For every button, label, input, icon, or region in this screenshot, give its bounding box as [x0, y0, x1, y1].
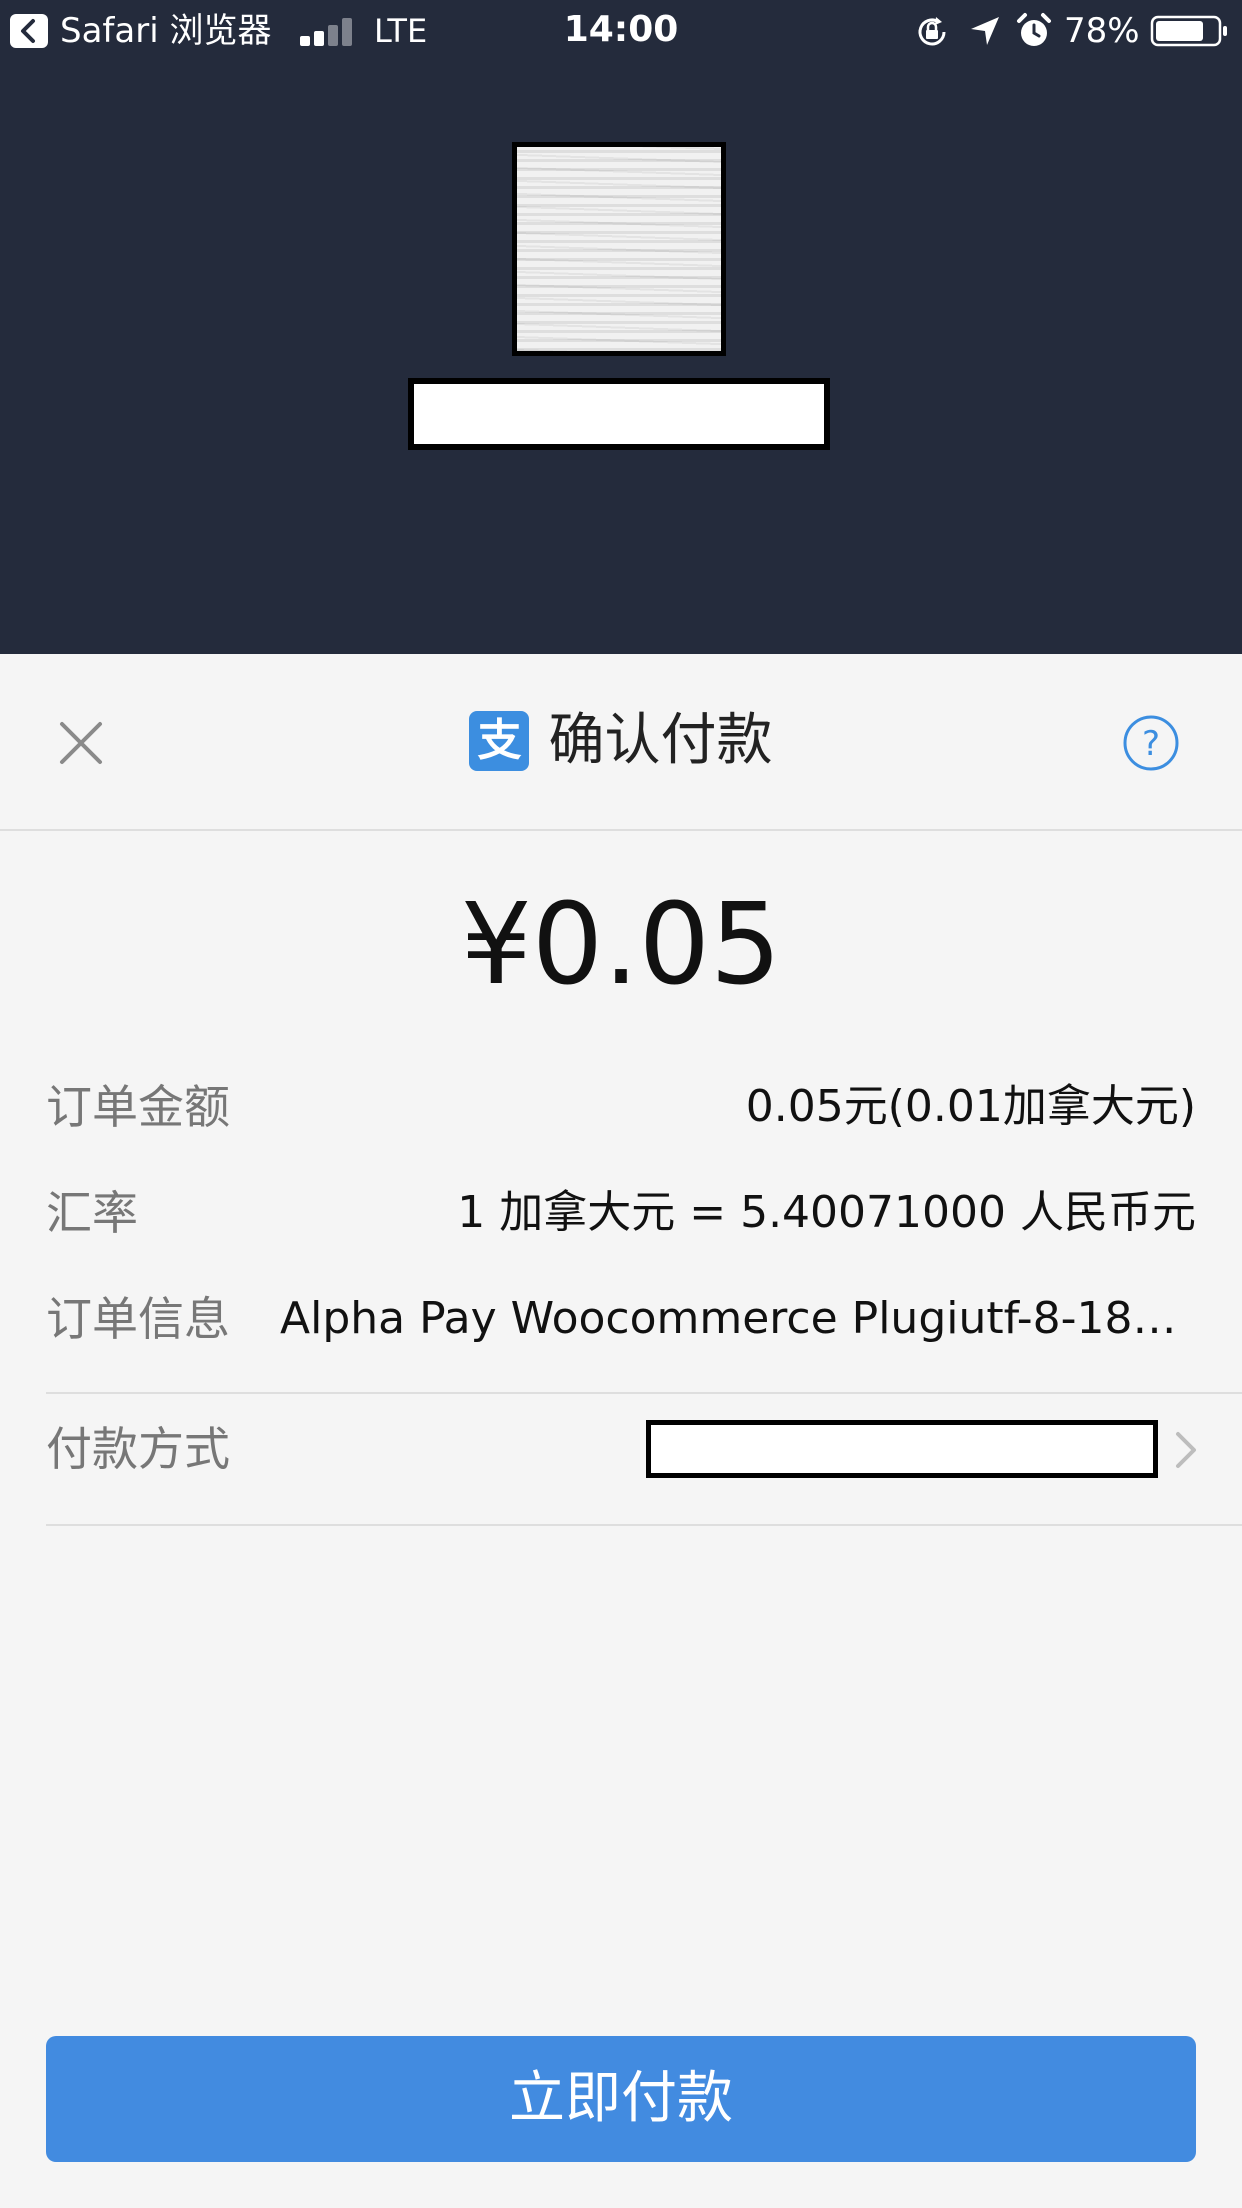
divider [46, 1392, 1242, 1394]
order-info-value: Alpha Pay Woocommerce Plugiutf-8-181... [280, 1293, 1196, 1344]
sheet-title: 确认付款 [548, 708, 773, 773]
merchant-name-redacted [408, 378, 830, 450]
lock-rotation-icon [918, 17, 946, 46]
payment-method-redacted [646, 1420, 1158, 1478]
location-icon [971, 17, 999, 45]
svg-text:?: ? [1142, 724, 1160, 764]
status-bar: Safari 浏览器 LTE 14:00 78% [0, 0, 1242, 62]
alipay-icon: 支 [469, 711, 530, 771]
battery-icon [1150, 15, 1227, 47]
battery-percent: 78% [1064, 11, 1140, 51]
payment-method-row[interactable]: 付款方式 [46, 1398, 1196, 1498]
order-amount-value: 0.05元(0.01加拿大元) [745, 1081, 1196, 1132]
confirm-payment-sheet: 支 确认付款 ? ¥0.05 订单金额 0.05元(0.01加拿大元) 汇率 1… [0, 654, 1242, 2208]
status-time: 14:00 [563, 9, 679, 50]
exchange-rate-row: 汇率 1 加拿大元 = 5.40071000 人民币元 [46, 1178, 1196, 1248]
pay-now-button[interactable]: 立即付款 [46, 2036, 1196, 2162]
help-icon[interactable]: ? [1122, 714, 1180, 772]
sheet-header: 支 确认付款 ? [0, 654, 1242, 831]
order-amount-row: 订单金额 0.05元(0.01加拿大元) [46, 1072, 1196, 1142]
exchange-rate-label: 汇率 [46, 1186, 138, 1240]
payment-screen: Safari 浏览器 LTE 14:00 78% 支 确认付款 ? ¥0.05 … [0, 0, 1242, 2208]
order-info-label: 订单信息 [46, 1292, 230, 1346]
alarm-icon [1017, 13, 1051, 46]
order-info-row: 订单信息 Alpha Pay Woocommerce Plugiutf-8-18… [46, 1284, 1196, 1354]
sheet-title-group: 支 确认付款 [0, 706, 1242, 776]
exchange-rate-value: 1 加拿大元 = 5.40071000 人民币元 [457, 1187, 1196, 1238]
payment-method-label: 付款方式 [46, 1422, 230, 1476]
merchant-header: Safari 浏览器 LTE 14:00 78% [0, 0, 1242, 654]
chevron-right-icon [1176, 1432, 1196, 1468]
order-amount-label: 订单金额 [46, 1080, 230, 1134]
payment-amount: ¥0.05 [460, 880, 782, 1010]
merchant-logo [512, 142, 726, 356]
divider [46, 1524, 1242, 1526]
